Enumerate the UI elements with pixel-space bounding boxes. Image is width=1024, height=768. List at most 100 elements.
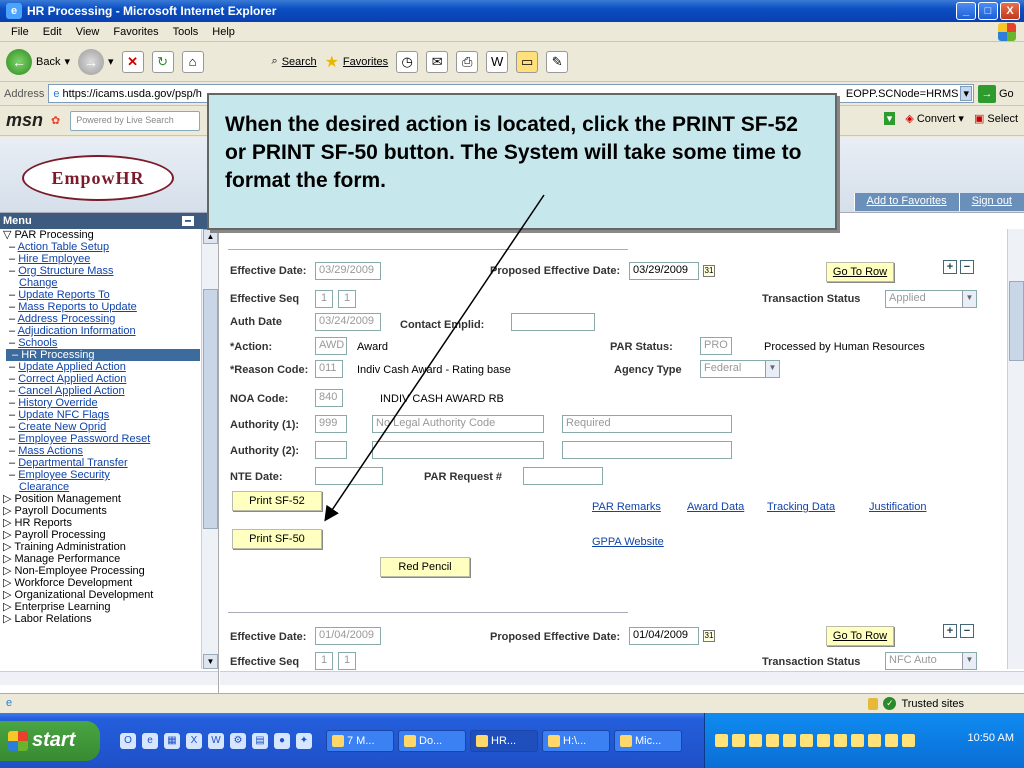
scroll-up-icon[interactable]: ▲ xyxy=(203,229,218,244)
address-dropdown-icon[interactable]: ▾ xyxy=(960,86,972,101)
sidebar-item[interactable]: – Correct Applied Action xyxy=(3,373,200,385)
proposed-effective-date-field[interactable]: 01/04/2009 xyxy=(629,627,699,645)
noa-code-field[interactable]: 840 xyxy=(315,389,343,407)
task-document[interactable]: Do... xyxy=(398,729,466,752)
sidebar-item[interactable]: – Employee Security xyxy=(3,469,200,481)
effective-seq-field-2[interactable]: 1 xyxy=(338,290,356,308)
effective-seq-field[interactable]: 1 xyxy=(315,652,333,670)
messenger-icon[interactable]: ✎ xyxy=(546,50,569,73)
menu-tools[interactable]: Tools xyxy=(166,26,206,38)
scroll-down-icon[interactable]: ▼ xyxy=(203,654,218,669)
msn-search-input[interactable]: Powered by Live Search xyxy=(70,110,201,131)
effective-date-field[interactable]: 01/04/2009 xyxy=(315,627,381,645)
menu-section[interactable]: ▷ Workforce Development xyxy=(3,577,200,589)
menu-section[interactable]: ▷ Non-Employee Processing xyxy=(3,565,200,577)
action-code-field[interactable]: AWD xyxy=(315,337,347,355)
sidebar-scrollbar[interactable]: ▲ ▼ xyxy=(201,229,218,669)
select-button[interactable]: ▣ Select xyxy=(974,112,1018,125)
outlook-icon[interactable]: O xyxy=(120,732,136,749)
add-row-button[interactable]: + xyxy=(943,624,957,638)
home-icon[interactable]: ⌂ xyxy=(181,50,204,73)
menu-help[interactable]: Help xyxy=(205,26,242,38)
authority-1-required-field[interactable]: Required xyxy=(562,415,732,433)
transaction-status-select[interactable]: Applied ▼ xyxy=(885,290,977,308)
authority-2-code-field[interactable] xyxy=(315,441,347,459)
document-icon[interactable]: ▤ xyxy=(252,732,268,749)
forward-button[interactable]: → ▾ xyxy=(78,48,114,75)
menu-section[interactable]: ▷ Organizational Development xyxy=(3,589,200,601)
menu-section[interactable]: ▷ HR Reports xyxy=(3,517,200,529)
award-data-link[interactable]: Award Data xyxy=(687,501,744,513)
scroll-thumb[interactable] xyxy=(203,289,218,529)
tsd-icon[interactable] xyxy=(817,734,830,747)
add-row-button[interactable]: + xyxy=(943,260,957,274)
stop-icon[interactable]: ✕ xyxy=(121,50,144,73)
transaction-status-select[interactable]: NFC Auto ▼ xyxy=(885,652,977,670)
main-horizontal-scrollbar[interactable] xyxy=(220,671,1024,685)
calendar-icon[interactable]: 31 xyxy=(703,265,715,277)
effective-seq-field-2[interactable]: 1 xyxy=(338,652,356,670)
network-icon[interactable] xyxy=(749,734,762,747)
word-icon[interactable]: W xyxy=(486,50,509,73)
ie-icon[interactable]: e xyxy=(142,732,158,749)
sidebar-item[interactable]: – Update Reports To xyxy=(3,289,200,301)
justification-link[interactable]: Justification xyxy=(869,501,926,513)
menu-section[interactable]: ▷ Training Administration xyxy=(3,541,200,553)
refresh-icon[interactable]: ↻ xyxy=(151,50,174,73)
sidebar-item[interactable]: – History Override xyxy=(3,397,200,409)
sidebar-item[interactable]: – Update Applied Action xyxy=(3,361,200,373)
authority-2-extra-field[interactable] xyxy=(562,441,732,459)
sidebar-item[interactable]: – Cancel Applied Action xyxy=(3,385,200,397)
effective-seq-field[interactable]: 1 xyxy=(315,290,333,308)
search-button[interactable]: ⌕ Search xyxy=(272,55,317,68)
go-to-row-button[interactable]: Go To Row xyxy=(826,626,894,646)
history-icon[interactable]: ◷ xyxy=(396,50,419,73)
monitor-icon[interactable] xyxy=(834,734,847,747)
menu-section[interactable]: ▷ Labor Relations xyxy=(3,613,200,625)
agency-type-select[interactable]: Federal ▼ xyxy=(700,360,780,378)
contact-emplid-field[interactable] xyxy=(511,313,595,331)
sidebar-item[interactable]: – Update NFC Flags xyxy=(3,409,200,421)
shield-icon[interactable] xyxy=(766,734,779,747)
delete-row-button[interactable]: − xyxy=(960,624,974,638)
task-hr[interactable]: HR... xyxy=(470,729,538,752)
sidebar-item[interactable]: – Adjudication Information xyxy=(3,325,200,337)
collapse-menu-button[interactable]: ━ xyxy=(182,216,194,226)
task-powerpoint[interactable]: Mic... xyxy=(614,729,682,752)
speaker-icon[interactable] xyxy=(868,734,881,747)
authority-1-description-field[interactable]: No Legal Authority Code xyxy=(372,415,544,433)
dropdown-arrow-icon[interactable]: ▾ xyxy=(883,112,896,125)
mail-icon[interactable]: ✉ xyxy=(426,50,449,73)
messenger-icon[interactable]: ✦ xyxy=(296,732,312,749)
nte-date-field[interactable] xyxy=(315,467,383,485)
minimize-button[interactable]: _ xyxy=(956,2,976,20)
outlook-icon[interactable] xyxy=(732,734,745,747)
authority-2-description-field[interactable] xyxy=(372,441,544,459)
mail-icon[interactable] xyxy=(715,734,728,747)
menu-favorites[interactable]: Favorites xyxy=(106,26,165,38)
sign-out-link[interactable]: Sign out xyxy=(958,193,1024,211)
par-remarks-link[interactable]: PAR Remarks xyxy=(592,501,661,513)
scroll-thumb[interactable] xyxy=(1009,281,1024,361)
sidebar-item[interactable]: – Employee Password Reset xyxy=(3,433,200,445)
convert-button[interactable]: ◈ Convert ▾ xyxy=(905,112,964,125)
auth-date-field[interactable]: 03/24/2009 xyxy=(315,313,381,331)
menu-edit[interactable]: Edit xyxy=(36,26,69,38)
close-button[interactable]: X xyxy=(1000,2,1020,20)
print-icon[interactable]: ⎙ xyxy=(456,50,479,73)
par-status-code-field[interactable]: PRO xyxy=(700,337,732,355)
sidebar-item-hr-processing[interactable]: – HR Processing xyxy=(6,349,200,361)
sidebar-item[interactable]: Change xyxy=(3,277,200,289)
sidebar-item[interactable]: – Schools xyxy=(3,337,200,349)
print-sf52-button[interactable]: Print SF-52 xyxy=(232,491,322,511)
menu-section[interactable]: ▷ Payroll Documents xyxy=(3,505,200,517)
sidebar-item[interactable]: – Mass Actions xyxy=(3,445,200,457)
excel-icon[interactable]: X xyxy=(186,732,202,749)
task-outlook[interactable]: 7 M... xyxy=(326,729,394,752)
go-to-row-button[interactable]: Go To Row xyxy=(826,262,894,282)
main-scrollbar[interactable] xyxy=(1007,229,1024,669)
sidebar-item[interactable]: – Create New Oprid xyxy=(3,421,200,433)
menu-section[interactable]: ▷ Payroll Processing xyxy=(3,529,200,541)
sidebar-item[interactable]: – Action Table Setup xyxy=(3,241,200,253)
sidebar-item[interactable]: – Mass Reports to Update xyxy=(3,301,200,313)
